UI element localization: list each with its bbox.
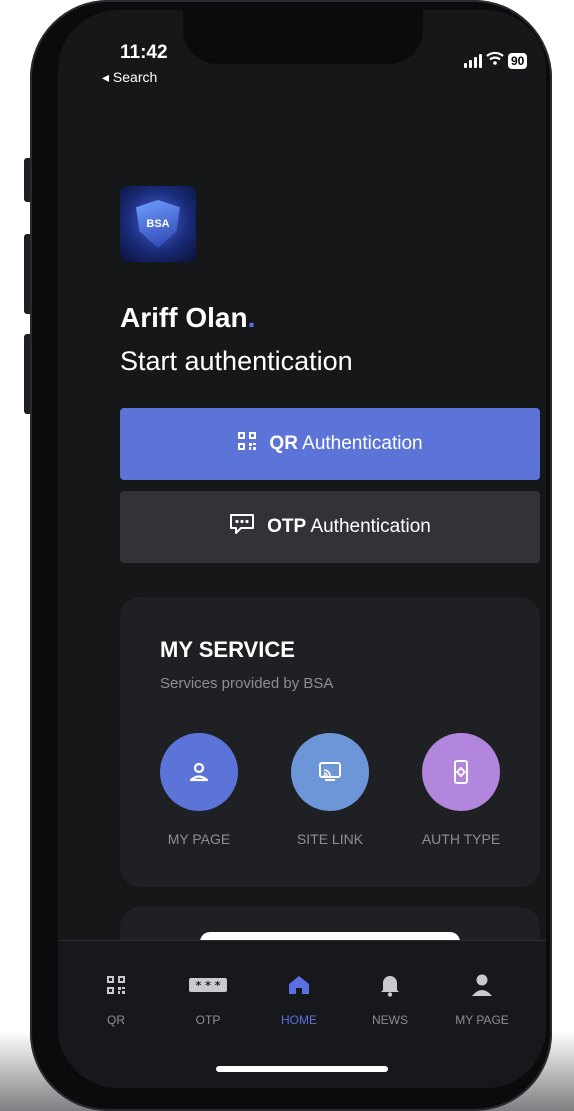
tab-home[interactable]: HOME <box>259 971 339 1027</box>
service-title: MY SERVICE <box>160 637 295 662</box>
bell-icon <box>381 976 399 997</box>
cellular-signal-icon <box>464 53 482 68</box>
otp-authentication-button[interactable]: OTP Authentication <box>120 491 540 563</box>
app-logo: BSA <box>120 186 196 262</box>
person-icon <box>189 762 209 782</box>
service-label: SITE LINK <box>296 831 364 847</box>
service-auth-type[interactable]: AUTH TYPE <box>406 733 516 847</box>
tab-qr[interactable]: QR <box>76 971 156 1027</box>
status-indicators: 90 <box>464 51 528 70</box>
bottom-tab-bar: QR * * * OTP HOME NEWS MY PAGE <box>58 940 546 1088</box>
user-name: Ariff Olan <box>120 302 248 333</box>
user-greeting: Ariff Olan. <box>120 302 256 333</box>
back-to-search-link[interactable]: ◂ Search <box>102 69 157 86</box>
wifi-icon <box>486 51 504 70</box>
tab-label: NEWS <box>372 1013 408 1027</box>
tab-label: OTP <box>195 1013 221 1027</box>
qr-icon <box>107 976 125 994</box>
service-subtitle: Services provided by BSA <box>160 675 334 692</box>
service-site-link[interactable]: SITE LINK <box>275 733 385 847</box>
auth-type-circle[interactable] <box>422 733 500 811</box>
service-label: MY PAGE <box>167 831 231 847</box>
phone-gear-icon <box>454 760 468 784</box>
shield-icon: BSA <box>136 200 180 248</box>
cast-icon <box>319 762 341 781</box>
otp-button-label: Authentication <box>310 516 431 537</box>
home-indicator[interactable] <box>216 1066 388 1072</box>
tab-label: MY PAGE <box>455 1013 509 1027</box>
service-label: AUTH TYPE <box>421 831 501 847</box>
app-screen: 11:42 ◂ Search 90 BSA Ariff Olan. Start … <box>58 10 546 1088</box>
phone-frame: 11:42 ◂ Search 90 BSA Ariff Olan. Start … <box>30 0 552 1111</box>
logo-text: BSA <box>146 218 170 230</box>
tab-news[interactable]: NEWS <box>350 971 430 1027</box>
qr-authentication-button[interactable]: QR Authentication <box>120 408 540 480</box>
status-time: 11:42 <box>120 42 168 63</box>
my-service-card: MY SERVICE Services provided by BSA MY P… <box>120 597 540 887</box>
tab-my-page[interactable]: MY PAGE <box>442 971 522 1027</box>
tab-label: QR <box>107 1013 125 1027</box>
page-subtitle: Start authentication <box>120 346 353 376</box>
person-icon <box>472 974 492 996</box>
battery-indicator: 90 <box>508 52 528 69</box>
tab-label: HOME <box>281 1013 317 1027</box>
qr-button-label: Authentication <box>302 433 423 454</box>
service-my-page[interactable]: MY PAGE <box>144 733 254 847</box>
my-page-circle[interactable] <box>160 733 238 811</box>
qr-icon <box>237 431 257 457</box>
otp-icon: * * * <box>189 978 227 992</box>
home-icon <box>289 976 309 994</box>
qr-button-bold: QR <box>269 433 298 454</box>
otp-button-bold: OTP <box>267 516 307 537</box>
chat-dots-icon <box>229 513 255 541</box>
tab-otp[interactable]: * * * OTP <box>168 971 248 1027</box>
site-link-circle[interactable] <box>291 733 369 811</box>
svg-text:* * *: * * * <box>196 979 221 992</box>
notch <box>183 10 423 64</box>
